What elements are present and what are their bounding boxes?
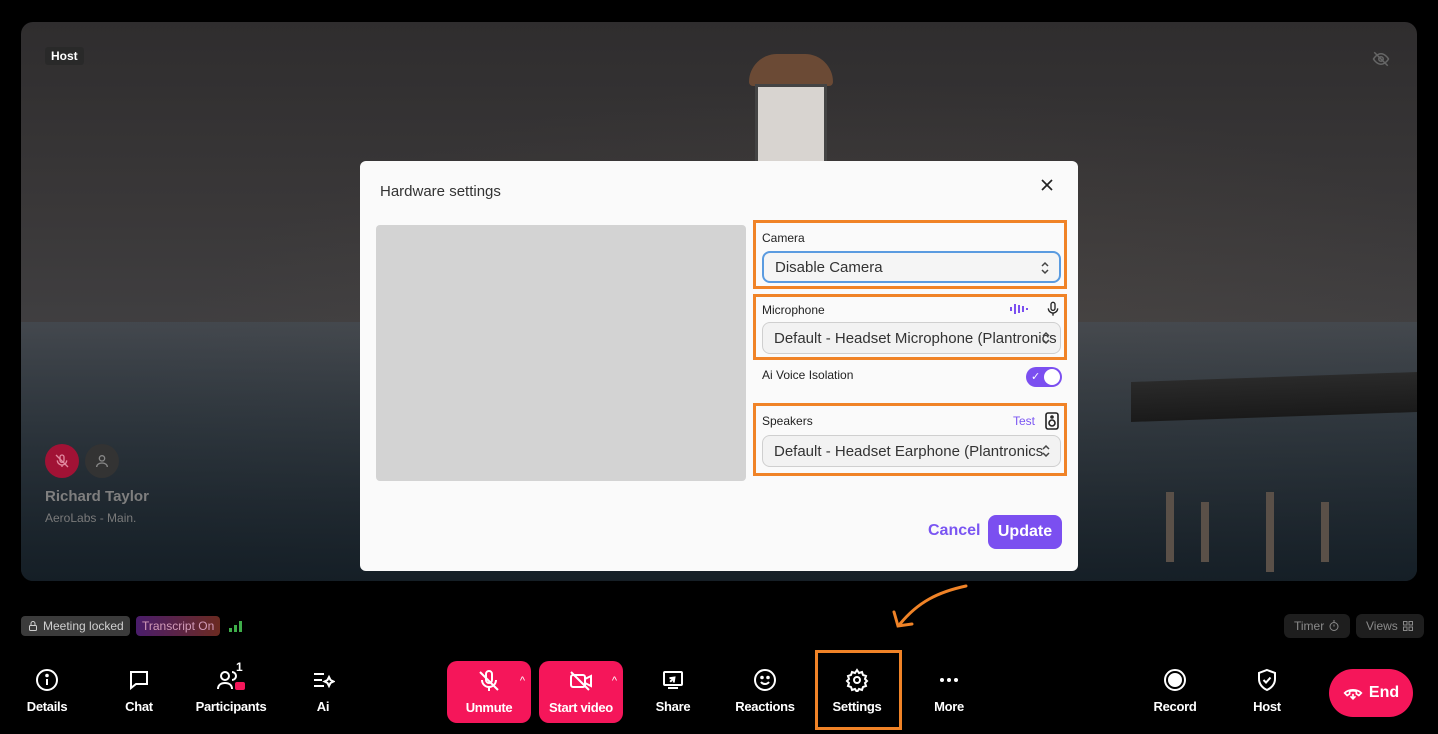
mic-off-icon — [479, 670, 499, 691]
transcript-badge: Transcript On — [136, 616, 221, 636]
host-button[interactable]: Host — [1227, 660, 1307, 720]
chat-button[interactable]: Chat — [99, 660, 179, 720]
speakers-label: Speakers — [762, 414, 813, 428]
voice-isolation-label: Ai Voice Isolation — [762, 368, 854, 382]
check-icon: ✓ — [1031, 371, 1041, 383]
chat-icon — [130, 671, 148, 691]
camera-preview — [376, 225, 746, 481]
phone-hangup-icon — [1343, 689, 1363, 700]
more-button[interactable]: More — [909, 660, 989, 720]
hardware-settings-dialog: Hardware settings Camera Disable Camera … — [360, 161, 1078, 571]
eye-off-icon[interactable] — [1372, 50, 1390, 68]
timer-button[interactable]: Timer — [1284, 614, 1351, 638]
stopwatch-icon — [1329, 620, 1339, 631]
video-off-icon — [570, 671, 592, 691]
record-icon — [1164, 669, 1186, 691]
participant-muted-badge — [45, 444, 79, 478]
share-screen-icon — [663, 671, 683, 689]
details-button[interactable]: Details — [7, 660, 87, 720]
annotation-arrow — [892, 584, 968, 628]
chevron-up-icon[interactable]: ^ — [520, 675, 525, 687]
participant-org: AeroLabs - Main. — [45, 511, 137, 525]
more-dots-icon — [940, 678, 958, 682]
host-tag: Host — [45, 47, 84, 65]
lock-badge-icon — [235, 682, 245, 690]
unmute-button[interactable]: ^ Unmute — [447, 661, 531, 723]
speakers-test-link[interactable]: Test — [1013, 414, 1035, 428]
lock-icon — [29, 621, 37, 631]
start-video-button[interactable]: ^ Start video — [539, 661, 623, 723]
record-button[interactable]: Record — [1135, 660, 1215, 720]
camera-select-value: Disable Camera — [775, 258, 883, 276]
audio-level-icon — [1010, 304, 1028, 314]
user-icon — [96, 455, 108, 468]
views-button[interactable]: Views — [1356, 614, 1424, 638]
signal-icon — [229, 621, 242, 632]
microphone-icon[interactable] — [1045, 300, 1061, 318]
background-lighthouse — [741, 54, 841, 164]
camera-select[interactable]: Disable Camera — [762, 251, 1061, 283]
camera-label: Camera — [762, 231, 805, 245]
smile-icon — [754, 669, 776, 691]
participants-count: 1 — [236, 660, 243, 674]
share-button[interactable]: Share — [633, 660, 713, 720]
speaker-icon — [1045, 412, 1059, 430]
microphone-select[interactable]: Default - Headset Microphone (Plantronic… — [762, 322, 1061, 354]
speakers-select-value: Default - Headset Earphone (Plantronics — [774, 442, 1044, 460]
chevron-updown-icon — [1042, 444, 1050, 458]
chevron-updown-icon — [1042, 331, 1050, 345]
participant-avatar — [85, 444, 119, 478]
microphone-select-value: Default - Headset Microphone (Plantronic… — [774, 329, 1057, 347]
ai-button[interactable]: Ai — [283, 660, 363, 720]
microphone-label: Microphone — [762, 303, 825, 317]
shield-check-icon — [1258, 668, 1276, 692]
participant-name: Richard Taylor — [45, 488, 149, 505]
speakers-select[interactable]: Default - Headset Earphone (Plantronics — [762, 435, 1061, 467]
grid-icon — [1402, 621, 1413, 631]
ai-sparkle-icon — [314, 673, 335, 689]
reactions-button[interactable]: Reactions — [725, 660, 805, 720]
chevron-up-icon[interactable]: ^ — [612, 675, 617, 687]
end-call-button[interactable]: End — [1329, 669, 1413, 717]
settings-highlight — [815, 650, 902, 730]
voice-isolation-toggle[interactable]: ✓ — [1026, 367, 1062, 387]
meeting-locked-badge: Meeting locked — [21, 616, 130, 636]
dialog-title: Hardware settings — [380, 183, 501, 200]
update-button[interactable]: Update — [988, 515, 1062, 549]
chevron-updown-icon — [1041, 261, 1049, 275]
participants-button[interactable]: 1 Participants — [191, 660, 271, 720]
cancel-button[interactable]: Cancel — [928, 522, 980, 540]
info-icon — [36, 669, 58, 691]
mic-off-icon — [55, 454, 69, 468]
close-icon[interactable] — [1037, 175, 1057, 195]
